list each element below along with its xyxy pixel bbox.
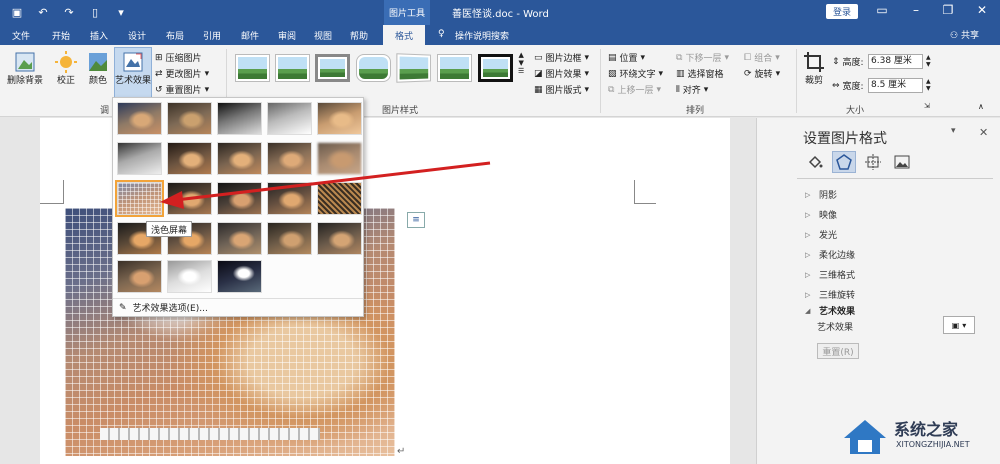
expand-icon: ▷ xyxy=(805,210,811,219)
artistic-effect-label: 艺术效果 xyxy=(817,323,854,333)
artistic-effect-preview-icon: ▣ xyxy=(951,320,960,330)
pane-close-icon[interactable]: ✕ xyxy=(979,126,988,139)
watermark-title: 系统之家 xyxy=(894,420,959,439)
expand-icon: ▷ xyxy=(805,190,811,199)
expand-icon: ▷ xyxy=(805,230,811,239)
reset-button[interactable]: 重置(R) xyxy=(817,343,859,359)
section-artistic-effects[interactable]: ◢ 艺术效果 xyxy=(805,304,855,318)
collapse-icon: ◢ xyxy=(805,306,811,315)
expand-icon: ▷ xyxy=(805,250,811,259)
section-3d-rotation[interactable]: ▷ 三维旋转 xyxy=(805,288,855,302)
picture-icon xyxy=(894,155,910,169)
section-glow[interactable]: ▷ 发光 xyxy=(805,228,837,242)
picture-tab[interactable] xyxy=(890,151,914,173)
fill-line-tab[interactable] xyxy=(803,151,827,173)
watermark-url: XITONGZHIJIA.NET xyxy=(896,440,970,449)
watermark: 系统之家 XITONGZHIJIA.NET xyxy=(840,408,1000,464)
chevron-down-icon: ▾ xyxy=(962,320,967,330)
layout-properties-tab[interactable] xyxy=(861,151,885,173)
expand-icon: ▷ xyxy=(805,290,811,299)
section-3d-format[interactable]: ▷ 三维格式 xyxy=(805,268,855,282)
section-soft-edges[interactable]: ▷ 柔化边缘 xyxy=(805,248,855,262)
pane-options-icon[interactable]: ▾ xyxy=(951,126,956,136)
expand-icon: ▷ xyxy=(805,270,811,279)
section-shadow[interactable]: ▷ 阴影 xyxy=(805,188,837,202)
effects-tab[interactable] xyxy=(832,151,856,173)
house-logo-icon xyxy=(844,420,886,454)
pane-title: 设置图片格式 xyxy=(803,131,887,147)
section-reflection[interactable]: ▷ 映像 xyxy=(805,208,837,222)
paint-bucket-icon xyxy=(808,155,823,169)
pentagon-icon xyxy=(836,154,852,170)
layout-properties-icon xyxy=(865,154,881,170)
artistic-effect-picker[interactable]: ▣ ▾ xyxy=(943,316,975,334)
